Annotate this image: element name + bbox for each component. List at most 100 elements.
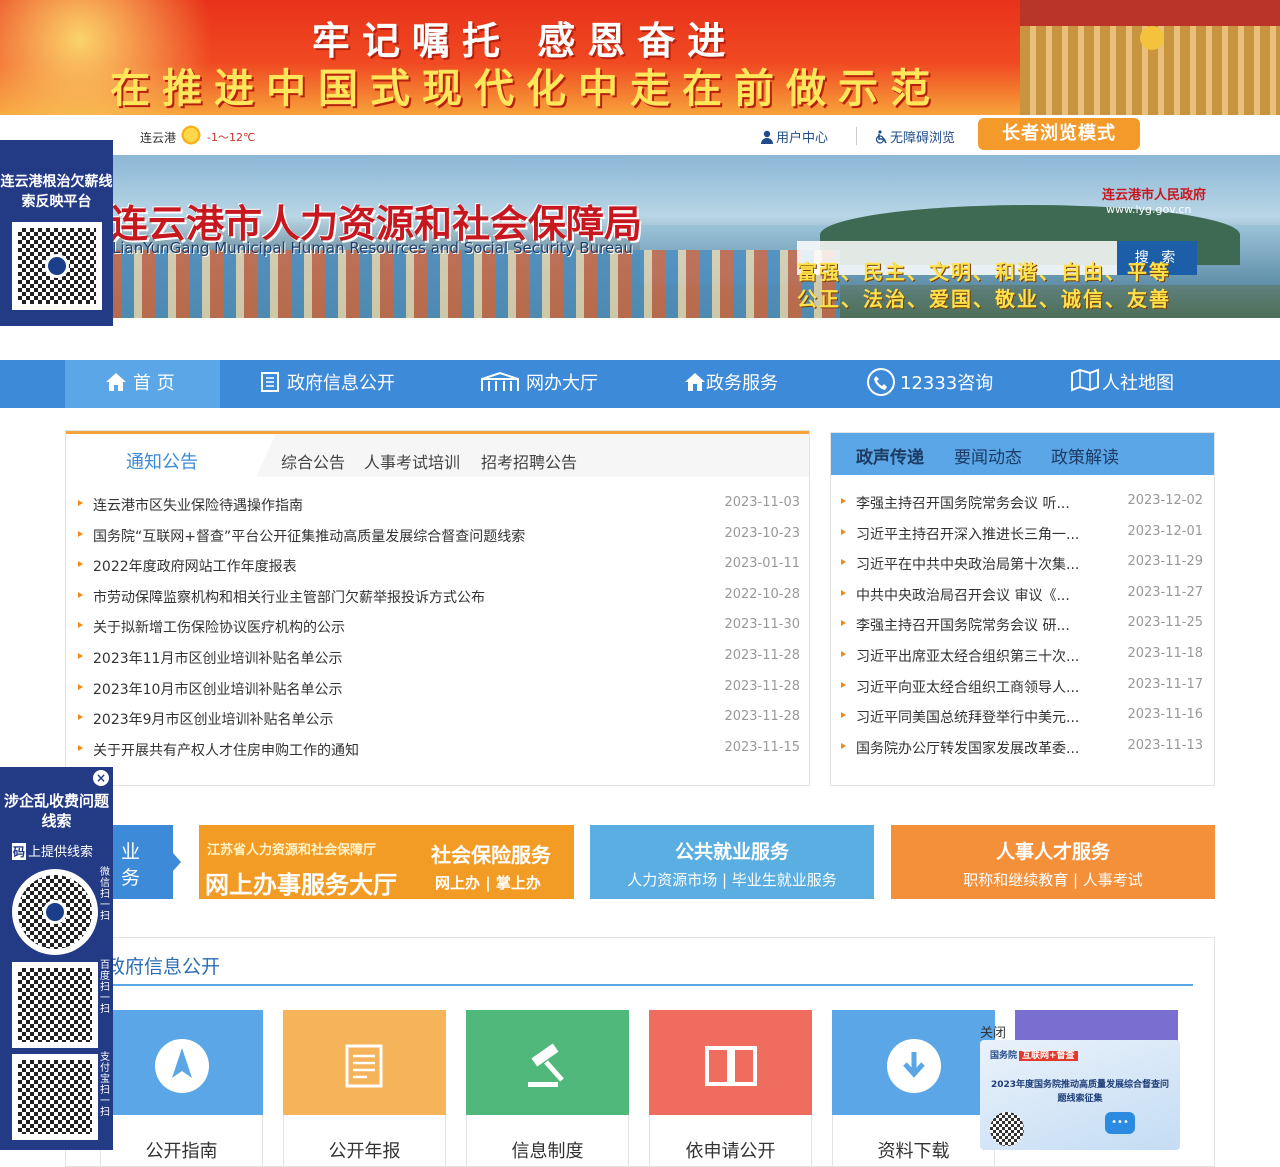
tab-exam-training[interactable]: 人事考试培训 [364,449,460,473]
bullet-icon [841,498,846,504]
gov-news-item-date: 2023-11-16 [1127,707,1203,723]
gov-news-item-date: 2023-11-29 [1127,554,1203,570]
house-icon [685,373,705,391]
notice-item-date: 2023-11-28 [724,648,800,663]
arrow-icon [173,853,181,871]
gov-news-item[interactable]: 习近平出席亚太经合组织第三十次... 2023-11-18 [841,640,1203,670]
code-text: 上提供线索 [28,845,94,860]
notice-item[interactable]: 关于拟新增工伤保险协议医疗机构的公示 2023-11-30 [78,611,800,641]
notice-item[interactable]: 2023年9月市区创业培训补贴名单公示 2023-11-28 [78,703,800,733]
nav-gov-service[interactable]: 政务服务 [684,360,834,408]
gov-news-item-title: 李强主持召开国务院常务会议 研... [856,618,1070,635]
card-label: 公开指南 [145,1141,218,1162]
card-label: 依申请公开 [685,1141,776,1162]
close-icon[interactable]: × [93,770,109,786]
notice-item-title: 关于拟新增工伤保险协议医疗机构的公示 [93,620,345,637]
gov-news-item-date: 2023-11-27 [1127,584,1203,600]
city-government-link[interactable]: 连云港市人民政府 [1102,184,1206,203]
top-utility-bar: 连云港 -1～12℃ 用户中心 无障碍浏览 长者浏览模式 [0,115,1280,155]
talent-service-banner[interactable]: 人事人才服务 职称和继续教育 | 人事考试 [891,825,1215,899]
bullet-icon [841,742,846,749]
notice-item[interactable]: 市劳动保障监察机构和相关行业主管部门欠薪举报投诉方式公布 2022-10-28 [78,581,800,611]
card-label: 公开年报 [328,1141,401,1162]
notice-item-date: 2023-11-28 [724,678,800,694]
notice-item-title: 2023年10月市区创业培训补贴名单公示 [93,681,343,698]
user-icon [761,130,773,144]
gov-news-item[interactable]: 习近平向亚太经合组织工商领导人... 2023-11-17 [841,671,1203,701]
notice-item[interactable]: 2023年10月市区创业培训补贴名单公示 2023-11-28 [78,673,800,703]
bullet-icon [841,528,846,535]
alipay-scan-label: 支付宝扫一扫 [100,1052,110,1118]
gov-news-item-title: 习近平向亚太经合组织工商领导人... [856,679,1080,696]
employment-service-banner[interactable]: 公共就业服务 人力资源市场 | 毕业生就业服务 [590,825,874,899]
card-label: 信息制度 [511,1141,584,1162]
main-nav: 首 页 政府信息公开 网办大厅 政务服务 12333咨询 人社地图 [0,360,1280,408]
notice-tabs: 通知公告 综合公告 人事考试培训 招考招聘公告 [66,431,809,477]
tab-key-news[interactable]: 要闻动态 [954,443,1022,468]
map-icon [1071,368,1099,392]
ad-qr [990,1112,1024,1146]
baidu-qr[interactable] [12,962,98,1048]
tab-notice[interactable]: 通知公告 [126,448,198,474]
ad-title: 2023年度国务院推动高质量发展综合督查问题线索征集 [990,1080,1170,1104]
nav-online-hall[interactable]: 网办大厅 [480,360,630,408]
nav-gov-info[interactable]: 政府信息公开 [259,360,429,408]
compass-icon [154,1039,209,1093]
nav-12333-consult[interactable]: 12333咨询 [866,360,1016,408]
gov-news-item-title: 国务院办公厅转发国家发展改革委... [856,740,1080,757]
tab-recruitment[interactable]: 招考招聘公告 [481,449,577,473]
gov-news-item[interactable]: 习近平在中共中央政治局第十次集... 2023-11-29 [841,548,1203,578]
card-icon-area [832,1010,995,1115]
bullet-icon [78,744,83,751]
bullet-icon [78,500,83,506]
wage-arrears-widget[interactable]: 连云港根治欠薪线索反映平台 [0,140,113,326]
social-insurance-title: 社会保险服务 [431,843,551,867]
jiangsu-online-hall-banner[interactable]: 江苏省人力资源和社会保障厅 网上办事服务大厅 社会保险服务 网上办 | 掌上办 [199,825,574,899]
bullet-icon [78,530,83,537]
gov-news-item-title: 习近平同美国总统拜登举行中美元... [856,710,1080,727]
ad-tag-badge: 互联网+督查 [1019,1051,1078,1061]
gov-news-item[interactable]: 李强主持召开国务院常务会议 听... 2023-12-02 [841,487,1203,517]
notice-item[interactable]: 国务院“互联网+督查”平台公开征集推动高质量发展综合督查问题线索 2023-10-… [78,520,800,550]
gov-news-item[interactable]: 中共中央政治局召开会议 审议《... 2023-11-27 [841,579,1203,609]
disclosure-card[interactable]: 资料下载 [832,1010,995,1167]
nav-hr-map[interactable]: 人社地图 [1070,360,1220,408]
gov-news-item[interactable]: 国务院办公厅转发国家发展改革委... 2023-11-13 [841,732,1203,762]
tab-policy-interpretation[interactable]: 政策解读 [1051,443,1119,468]
wechat-qr[interactable] [12,869,98,955]
tab-general[interactable]: 综合公告 [281,449,345,473]
fee-complaint-title: 涉企乱收费问题线索 [3,792,109,830]
tab-gov-voice[interactable]: 政声传递 [856,443,924,468]
notice-item[interactable]: 2023年11月市区创业培训补贴名单公示 2023-11-28 [78,642,800,672]
notice-item[interactable]: 连云港市区失业保险待遇操作指南 2023-11-03 [78,489,800,519]
disclosure-card[interactable]: 公开指南 [100,1010,263,1167]
bullet-icon [78,622,83,629]
gov-news-item[interactable]: 李强主持召开国务院常务会议 研... 2023-11-25 [841,609,1203,639]
supervision-ad[interactable]: 国务院 互联网+督查 2023年度国务院推动高质量发展综合督查问题线索征集 ••• [980,1040,1180,1150]
disclosure-card[interactable]: 信息制度 [466,1010,629,1167]
disclosure-card[interactable]: 公开年报 [283,1010,446,1167]
gov-news-tabs: 政声传递 要闻动态 政策解读 [831,433,1214,475]
user-center-link[interactable]: 用户中心 [760,127,828,146]
notice-item[interactable]: 关于开展共有产权人才住房申购工作的通知 2023-11-15 [78,734,800,764]
popup-close-button[interactable]: 关闭 [980,1022,1006,1041]
newspaper-icon [345,1044,382,1088]
notice-item[interactable]: 2022年度政府网站工作年度报表 2023-01-11 [78,550,800,580]
gov-news-item[interactable]: 习近平主持召开深入推进长三角一... 2023-12-01 [841,518,1203,548]
elder-mode-button[interactable]: 长者浏览模式 [978,118,1140,150]
wage-arrears-qr [12,222,102,310]
accessibility-link[interactable]: 无障碍浏览 [874,127,955,146]
alipay-qr[interactable] [12,1054,98,1140]
fee-complaint-code: 码上提供线索 [12,841,93,860]
nav-home[interactable]: 首 页 [65,360,220,408]
wage-arrears-title: 连云港根治欠薪线索反映平台 [0,174,113,210]
gov-news-item-title: 习近平主持召开深入推进长三角一... [856,526,1080,543]
chat-bubble-icon: ••• [1105,1112,1135,1134]
user-center-label: 用户中心 [776,131,829,146]
city-government-url: www.lyg.gov.cn [1106,203,1192,216]
employment-sub: 人力资源市场 | 毕业生就业服务 [627,871,837,889]
banner-slogan-2: 在推进中国式现代化中走在前做示范 [110,65,942,112]
disclosure-card[interactable]: 依申请公开 [649,1010,812,1167]
service-business-line1: 业 [121,841,141,863]
gov-news-item[interactable]: 习近平同美国总统拜登举行中美元... 2023-11-16 [841,701,1203,731]
